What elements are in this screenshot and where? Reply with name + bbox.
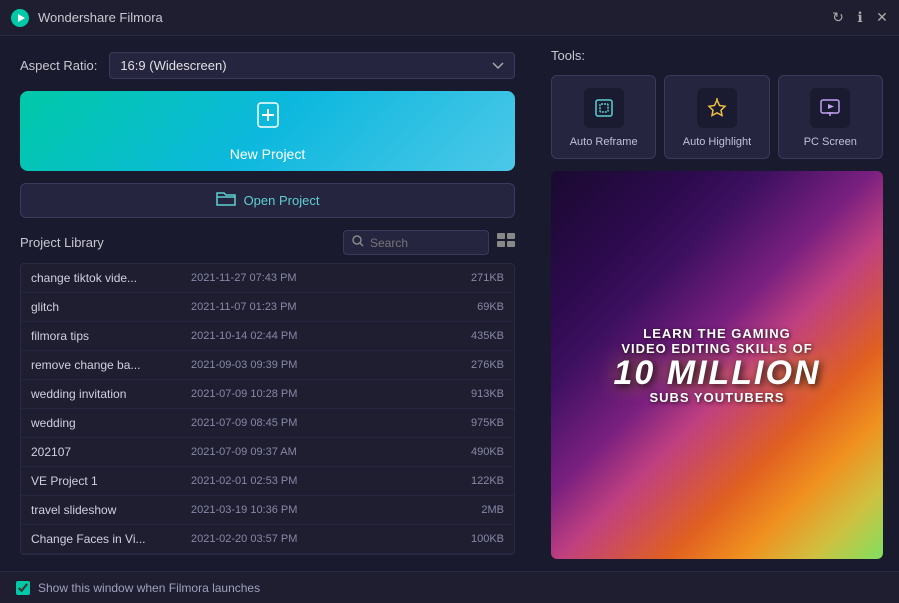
project-size: 276KB [444,359,504,371]
project-name: filmora tips [31,329,191,343]
project-name: remove change ba... [31,358,191,372]
app-title: Wondershare Filmora [38,10,831,25]
app-logo [10,8,30,28]
project-list-item[interactable]: Change Faces in Vi... 2021-02-20 03:57 P… [21,525,514,554]
view-toggle-button[interactable] [497,233,515,252]
close-button[interactable]: ✕ [875,11,889,25]
info-button[interactable]: ℹ [853,11,867,25]
pc-screen-icon [810,88,850,128]
project-name: VE Project 1 [31,474,191,488]
project-list-item[interactable]: change tiktok vide... 2021-11-27 07:43 P… [21,264,514,293]
project-date: 2021-11-07 01:23 PM [191,301,444,313]
window-controls: ↻ ℹ ✕ [831,11,889,25]
auto-reframe-icon [584,88,624,128]
banner-million: 10 MILLION [613,356,820,390]
project-date: 2021-03-19 10:36 PM [191,504,444,516]
tools-label: Tools: [551,48,883,63]
project-list-item[interactable]: 202107 2021-07-09 09:37 AM 490KB [21,438,514,467]
project-size: 271KB [444,272,504,284]
show-window-checkbox[interactable] [16,581,30,595]
project-name: 202107 [31,445,191,459]
project-date: 2021-02-20 03:57 PM [191,533,444,545]
main-content: Aspect Ratio: 16:9 (Widescreen) New Proj… [0,36,899,571]
project-list-item[interactable]: wedding invitation 2021-07-09 10:28 PM 9… [21,380,514,409]
project-size: 122KB [444,475,504,487]
tools-grid: Auto Reframe Auto Highlight PC Screen [551,75,883,159]
project-name: Change Faces in Vi... [31,532,191,546]
project-list-item[interactable]: wedding 2021-07-09 08:45 PM 975KB [21,409,514,438]
project-date: 2021-09-03 09:39 PM [191,359,444,371]
new-project-icon [252,99,284,138]
search-input[interactable] [370,236,480,250]
project-size: 975KB [444,417,504,429]
title-bar: Wondershare Filmora ↻ ℹ ✕ [0,0,899,36]
tool-card-auto-highlight[interactable]: Auto Highlight [664,75,769,159]
auto-reframe-label: Auto Reframe [570,136,638,148]
project-list-item[interactable]: glitch 2021-11-07 01:23 PM 69KB [21,293,514,322]
project-date: 2021-07-09 09:37 AM [191,446,444,458]
new-project-button[interactable]: New Project [20,91,515,171]
new-project-label: New Project [230,146,305,162]
project-list: change tiktok vide... 2021-11-27 07:43 P… [20,263,515,555]
project-size: 100KB [444,533,504,545]
project-size: 913KB [444,388,504,400]
library-controls [343,230,515,255]
show-window-label: Show this window when Filmora launches [38,581,260,595]
project-date: 2021-07-09 10:28 PM [191,388,444,400]
project-name: travel slideshow [31,503,191,517]
project-list-item[interactable]: remove change ba... 2021-09-03 09:39 PM … [21,351,514,380]
library-header: Project Library [20,230,515,255]
library-title: Project Library [20,235,104,250]
pc-screen-label: PC Screen [804,136,857,148]
open-folder-icon [216,190,236,211]
auto-highlight-label: Auto Highlight [683,136,752,148]
bottom-bar: Show this window when Filmora launches [0,571,899,603]
project-size: 435KB [444,330,504,342]
search-icon [352,235,364,250]
banner-container: LEARN THE GAMING VIDEO EDITING SKILLS OF… [551,171,883,559]
project-date: 2021-02-01 02:53 PM [191,475,444,487]
project-name: glitch [31,300,191,314]
banner-overlay: LEARN THE GAMING VIDEO EDITING SKILLS OF… [551,171,883,559]
search-box [343,230,489,255]
project-size: 69KB [444,301,504,313]
project-list-item[interactable]: VE Project 1 2021-02-01 02:53 PM 122KB [21,467,514,496]
tool-card-auto-reframe[interactable]: Auto Reframe [551,75,656,159]
project-date: 2021-07-09 08:45 PM [191,417,444,429]
refresh-button[interactable]: ↻ [831,11,845,25]
right-panel: Tools: Auto Reframe Auto Highlight PC Sc… [535,36,899,571]
aspect-ratio-select[interactable]: 16:9 (Widescreen) [109,52,515,79]
project-date: 2021-10-14 02:44 PM [191,330,444,342]
project-list-item[interactable]: travel slideshow 2021-03-19 10:36 PM 2MB [21,496,514,525]
project-date: 2021-11-27 07:43 PM [191,272,444,284]
project-name: change tiktok vide... [31,271,191,285]
project-library-section: Project Library [20,230,515,555]
banner-line1: LEARN THE GAMING [643,326,790,341]
left-panel: Aspect Ratio: 16:9 (Widescreen) New Proj… [0,36,535,571]
project-name: wedding [31,416,191,430]
auto-highlight-icon [697,88,737,128]
project-name: wedding invitation [31,387,191,401]
project-size: 2MB [444,504,504,516]
aspect-ratio-label: Aspect Ratio: [20,58,97,73]
open-project-button[interactable]: Open Project [20,183,515,218]
project-size: 490KB [444,446,504,458]
tool-card-pc-screen[interactable]: PC Screen [778,75,883,159]
project-list-item[interactable]: filmora tips 2021-10-14 02:44 PM 435KB [21,322,514,351]
banner-line3: SUBS YOUTUBERS [649,390,784,405]
open-project-label: Open Project [244,193,320,208]
aspect-ratio-row: Aspect Ratio: 16:9 (Widescreen) [20,52,515,79]
